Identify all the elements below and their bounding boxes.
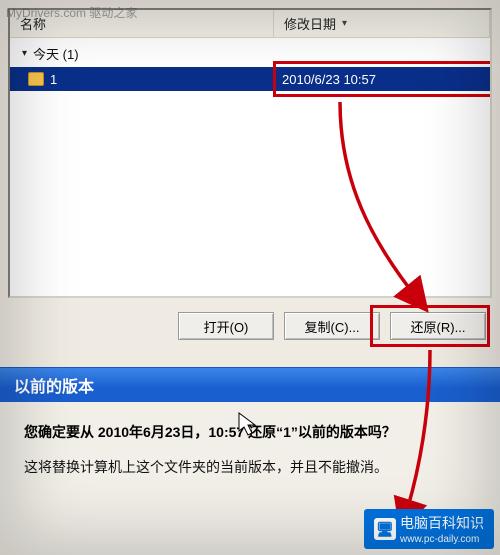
dialog-message-main: 您确定要从 2010年6月23日，10:57 还原“1”以前的版本吗？ [24, 422, 476, 443]
dialog-message-sub: 这将替换计算机上这个文件夹的当前版本，并且不能撤消。 [24, 457, 476, 477]
watermark-logo: 🖥 电脑百科知识 www.pc-daily.com [364, 509, 494, 549]
column-header-date[interactable]: 修改日期 ▾ [274, 10, 490, 37]
dialog-title: 以前的版本 [0, 368, 500, 402]
item-date: 2010/6/23 10:57 [274, 72, 490, 87]
watermark-logo-url: www.pc-daily.com [400, 535, 484, 545]
watermark-logo-label: 电脑百科知识 [400, 513, 484, 533]
versions-list: 名称 修改日期 ▾ ▾ 今天 (1) 1 2010/6/23 10:57 [8, 8, 492, 298]
sort-caret-icon: ▾ [342, 18, 347, 29]
group-today[interactable]: ▾ 今天 (1) [10, 38, 490, 67]
chevron-down-icon: ▾ [22, 48, 27, 59]
version-item-row[interactable]: 1 2010/6/23 10:57 [10, 67, 490, 91]
folder-icon [28, 72, 44, 86]
item-name: 1 [50, 72, 57, 87]
open-button[interactable]: 打开(O) [178, 312, 274, 340]
group-label: 今天 (1) [33, 44, 79, 63]
col-name-label: 名称 [20, 14, 46, 33]
copy-button[interactable]: 复制(C)... [284, 312, 380, 340]
restore-button[interactable]: 还原(R)... [390, 312, 486, 340]
dialog-body: 您确定要从 2010年6月23日，10:57 还原“1”以前的版本吗？ 这将替换… [0, 402, 500, 483]
monitor-icon: 🖥 [374, 518, 396, 540]
col-date-label: 修改日期 [284, 14, 336, 33]
column-header-name[interactable]: 名称 [10, 10, 274, 37]
panel-buttons: 打开(O) 复制(C)... 还原(R)... [8, 298, 492, 340]
list-header: 名称 修改日期 ▾ [10, 10, 490, 38]
previous-versions-panel: 名称 修改日期 ▾ ▾ 今天 (1) 1 2010/6/23 10:57 打开(… [0, 0, 500, 367]
